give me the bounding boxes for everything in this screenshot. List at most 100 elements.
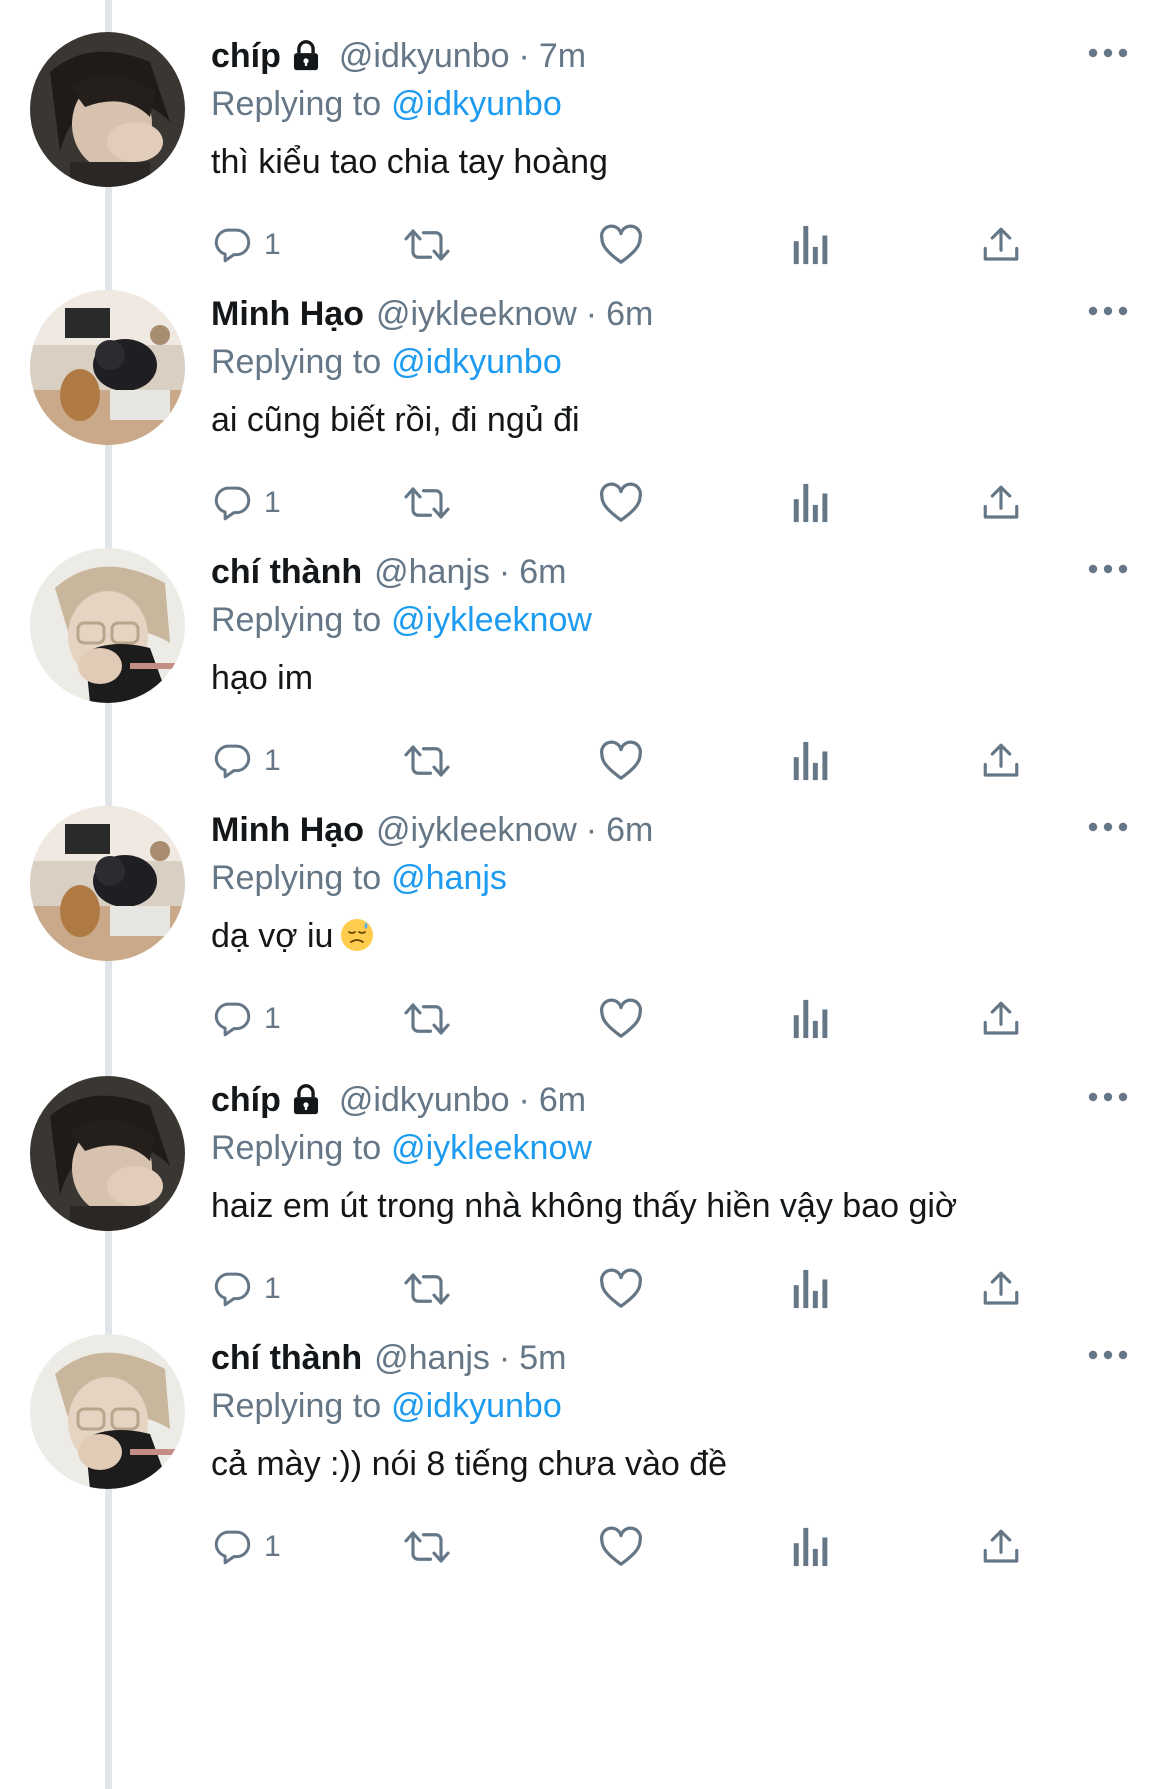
- replying-to: Replying to @iykleeknow: [211, 598, 592, 642]
- replying-to: Replying to @idkyunbo: [211, 82, 562, 126]
- tweet-text-content: ai cũng biết rồi, đi ngủ đi: [211, 401, 580, 439]
- tweet[interactable]: chíp @idkyunbo · 7m Replying to @idkyunbo thì …: [0, 0, 1170, 290]
- tweet-text-content: cả mày :)) nói 8 tiếng chưa vào đề: [211, 1445, 728, 1483]
- user-handle[interactable]: @iykleeknow: [376, 292, 577, 336]
- reply-count: 1: [264, 1530, 281, 1563]
- reply-count: 1: [264, 1272, 281, 1305]
- timestamp[interactable]: 7m: [539, 34, 586, 78]
- tweet-text: ai cũng biết rồi, đi ngủ đi: [211, 398, 580, 442]
- heart-icon: [598, 1526, 644, 1568]
- more-options-icon[interactable]: [1085, 812, 1131, 842]
- heart-icon: [598, 998, 644, 1040]
- tweet-header: chí thành @hanjs · 6m: [211, 550, 566, 594]
- replying-to-handle-link[interactable]: @idkyunbo: [391, 343, 562, 381]
- reply-button[interactable]: 1: [212, 1522, 281, 1572]
- avatar[interactable]: [30, 806, 185, 961]
- tweet-header: chíp @idkyunbo · 6m: [211, 1078, 586, 1122]
- display-name[interactable]: chíp: [211, 34, 281, 78]
- retweet-icon: [402, 998, 452, 1040]
- more-options-icon[interactable]: [1085, 38, 1131, 68]
- separator-dot: ·: [498, 553, 511, 591]
- avatar[interactable]: [30, 32, 185, 187]
- tweet-text: dạ vợ iu: [211, 914, 375, 958]
- replying-to-label: Replying to: [211, 601, 382, 639]
- avatar[interactable]: [30, 1076, 185, 1231]
- retweet-button[interactable]: [402, 1522, 452, 1572]
- separator-dot: ·: [518, 1081, 530, 1119]
- tweet-text-content: dạ vợ iu: [211, 917, 334, 955]
- replying-to-label: Replying to: [211, 1129, 382, 1167]
- timestamp[interactable]: 5m: [519, 1336, 566, 1380]
- tweet[interactable]: chíp @idkyunbo · 6m Replying to @iykleeknow ha…: [0, 1044, 1170, 1334]
- user-handle[interactable]: @idkyunbo: [339, 1078, 510, 1122]
- separator-dot: ·: [518, 37, 530, 75]
- more-options-icon[interactable]: [1085, 296, 1131, 326]
- reply-button[interactable]: 1: [212, 994, 281, 1044]
- analytics-button[interactable]: [790, 994, 830, 1044]
- replying-to: Replying to @idkyunbo: [211, 340, 562, 384]
- replying-to-handle-link[interactable]: @idkyunbo: [391, 85, 562, 123]
- analytics-button[interactable]: [790, 1522, 830, 1572]
- lock-icon: [289, 1083, 323, 1117]
- replying-to-label: Replying to: [211, 1387, 382, 1425]
- display-name[interactable]: Minh Hạo: [211, 292, 364, 336]
- display-name[interactable]: Minh Hạo: [211, 808, 364, 852]
- retweet-icon: [402, 1526, 452, 1568]
- tweet-text-content: haiz em út trong nhà không thấy hiền vậy…: [211, 1187, 958, 1225]
- more-options-icon[interactable]: [1085, 554, 1131, 584]
- like-button[interactable]: [598, 994, 644, 1044]
- reply-count: 1: [264, 228, 281, 261]
- replying-to-handle-link[interactable]: @hanjs: [391, 859, 507, 897]
- tweet-text: haiz em út trong nhà không thấy hiền vậy…: [211, 1184, 957, 1228]
- tweet-text-content: hạo im: [211, 659, 314, 697]
- user-handle[interactable]: @idkyunbo: [339, 34, 510, 78]
- tweet[interactable]: Minh Hạo @iykleeknow · 6m Replying to @idkyun…: [0, 258, 1170, 548]
- separator-dot: ·: [498, 1339, 511, 1377]
- retweet-button[interactable]: [402, 994, 452, 1044]
- replying-to-handle-link[interactable]: @idkyunbo: [391, 1387, 562, 1425]
- timestamp[interactable]: 6m: [539, 1078, 586, 1122]
- tweet-text-content: thì kiểu tao chia tay hoàng: [211, 143, 608, 181]
- display-name[interactable]: chí thành: [211, 1336, 362, 1380]
- reply-count: 1: [264, 744, 281, 777]
- user-handle[interactable]: @hanjs: [374, 550, 490, 594]
- tweet[interactable]: chí thành @hanjs · 6m Replying to @iykleeknow…: [0, 516, 1170, 806]
- tweet-text: hạo im: [211, 656, 313, 700]
- reply-icon: [212, 998, 254, 1040]
- replying-to: Replying to @hanjs: [211, 856, 507, 900]
- share-button[interactable]: [980, 1522, 1022, 1572]
- tweet-header: Minh Hạo @iykleeknow · 6m: [211, 808, 653, 852]
- more-options-icon[interactable]: [1085, 1082, 1131, 1112]
- display-name[interactable]: chí thành: [211, 550, 362, 594]
- replying-to: Replying to @idkyunbo: [211, 1384, 562, 1428]
- tweet-text: thì kiểu tao chia tay hoàng: [211, 140, 608, 184]
- user-handle[interactable]: @iykleeknow: [376, 808, 577, 852]
- share-icon: [980, 998, 1022, 1040]
- timestamp[interactable]: 6m: [606, 808, 653, 852]
- timestamp[interactable]: 6m: [519, 550, 566, 594]
- reply-icon: [212, 1526, 254, 1568]
- avatar[interactable]: [30, 1334, 185, 1489]
- replying-to: Replying to @iykleeknow: [211, 1126, 592, 1170]
- user-handle[interactable]: @hanjs: [374, 1336, 490, 1380]
- downcast-sweat-face-emoji-icon: [339, 917, 375, 953]
- display-name[interactable]: chíp: [211, 1078, 281, 1122]
- avatar[interactable]: [30, 290, 185, 445]
- share-button[interactable]: [980, 994, 1022, 1044]
- replying-to-label: Replying to: [211, 859, 382, 897]
- lock-icon: [289, 39, 323, 73]
- more-options-icon[interactable]: [1085, 1340, 1131, 1370]
- reply-count: 1: [264, 486, 281, 519]
- avatar[interactable]: [30, 548, 185, 703]
- separator-dot: ·: [585, 811, 598, 849]
- replying-to-handle-link[interactable]: @iykleeknow: [391, 1129, 592, 1167]
- like-button[interactable]: [598, 1522, 644, 1572]
- bar-chart-icon: [790, 1526, 830, 1568]
- tweet-header: chí thành @hanjs · 5m: [211, 1336, 566, 1380]
- replying-to-label: Replying to: [211, 85, 382, 123]
- tweet[interactable]: chí thành @hanjs · 5m Replying to @idkyunbo cả…: [0, 1302, 1170, 1592]
- replying-to-handle-link[interactable]: @iykleeknow: [391, 601, 592, 639]
- timestamp[interactable]: 6m: [606, 292, 653, 336]
- tweet[interactable]: Minh Hạo @iykleeknow · 6m Replying to @hanjs d…: [0, 774, 1170, 1064]
- reply-count: 1: [264, 1002, 281, 1035]
